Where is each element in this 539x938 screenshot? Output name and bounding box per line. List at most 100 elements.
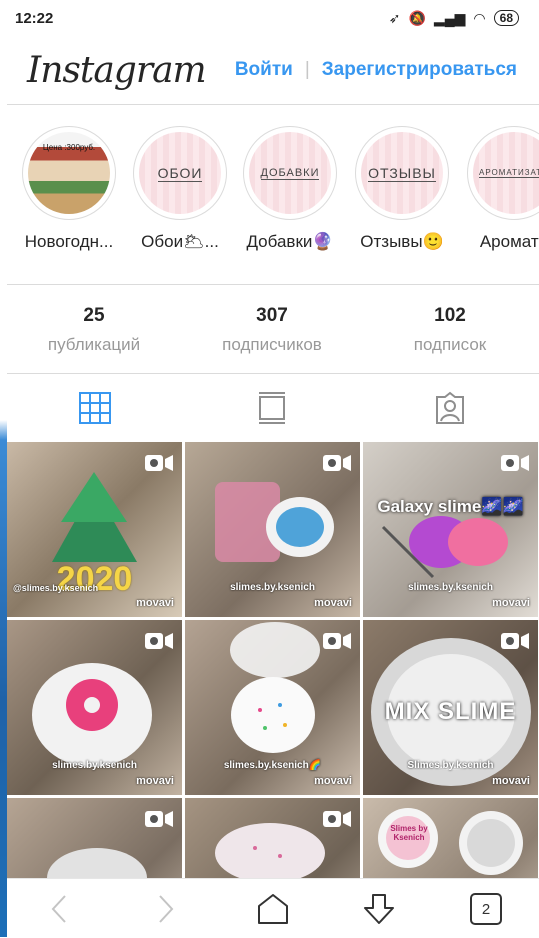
video-icon	[501, 455, 529, 471]
status-bar: 12:22 ➶ 🔕 ▂▄▆ ◠ 68	[7, 0, 539, 36]
highlight-cover: ОТЗЫВЫ	[361, 132, 443, 214]
highlight-cover-text: ОБОИ	[157, 164, 203, 182]
highlight-label: Аромати	[479, 232, 539, 251]
stat-value: 307	[256, 305, 288, 326]
battery-icon: 68	[493, 10, 519, 26]
highlight-new-year[interactable]: Цена :300руб. Новогодн...	[14, 126, 124, 252]
post-tile[interactable]: slimes.by.ksenich🌈 movavi	[185, 620, 360, 795]
header-separator: |	[304, 59, 310, 80]
tabs-count: 2	[470, 893, 502, 925]
post-caption: @slimes.by.ksenich	[13, 583, 99, 593]
post-brand: movavi	[314, 775, 352, 787]
post-brand: movavi	[492, 775, 530, 787]
browser-bottom-nav: 2	[7, 878, 539, 938]
post-tile[interactable]: 2020 @slimes.by.ksenich movavi	[7, 442, 182, 617]
stat-following[interactable]: 102 подписок	[375, 305, 525, 355]
signup-link[interactable]: Зарегистрироваться	[322, 59, 517, 81]
left-edge-strip	[0, 0, 7, 937]
stat-value: 102	[434, 305, 466, 326]
highlight-cover-text: АРОМАТИЗАТО	[478, 168, 539, 178]
story-highlights: Цена :300руб. Новогодн... ОБОИ Обои🌥... …	[7, 118, 539, 278]
stat-label: подписчиков	[222, 335, 322, 354]
download-arrow-icon	[364, 894, 394, 924]
profile-tabs	[7, 374, 539, 440]
stat-label: подписок	[413, 335, 487, 354]
highlight-cover: ОБОИ	[139, 132, 221, 214]
highlight-reviews[interactable]: ОТЗЫВЫ Отзывы🙂	[347, 126, 457, 252]
video-icon	[501, 633, 529, 649]
highlight-cover-text: ОТЗЫВЫ	[368, 164, 436, 182]
video-icon	[323, 811, 351, 827]
status-time: 12:22	[15, 9, 54, 27]
video-icon	[145, 455, 173, 471]
highlight-cover-photo: Цена :300руб.	[28, 132, 110, 214]
highlight-ring: АРОМАТИЗАТО	[467, 126, 539, 220]
stat-posts[interactable]: 25 публикаций	[19, 305, 169, 355]
tab-grid[interactable]	[75, 388, 115, 428]
app-header: Instagram Войти | Зарегистрироваться	[7, 36, 539, 105]
wifi-icon: ◠	[473, 9, 486, 26]
highlight-cover-text: Цена :300руб.	[42, 142, 96, 152]
grid-icon	[79, 392, 111, 424]
post-caption: slimes.by.ksenich🌈	[223, 760, 322, 771]
highlight-fragrances[interactable]: АРОМАТИЗАТО Аромати	[459, 126, 539, 252]
highlight-cover: АРОМАТИЗАТО	[473, 132, 539, 214]
instagram-logo[interactable]: Instagram	[27, 50, 207, 91]
post-tile[interactable]: MIX SLIME Slimes.by.ksenich movavi	[363, 620, 538, 795]
status-icons: ➶ 🔕 ▂▄▆ ◠ 68	[389, 10, 519, 27]
post-caption: slimes.by.ksenich	[408, 582, 493, 593]
highlight-ring: ОТЗЫВЫ	[355, 126, 449, 220]
post-tile[interactable]: slimes.by.ksenich movavi	[7, 620, 182, 795]
stat-label: публикаций	[47, 335, 141, 354]
stat-followers[interactable]: 307 подписчиков	[197, 305, 347, 355]
video-icon	[323, 455, 351, 471]
video-icon	[145, 811, 173, 827]
home-button[interactable]	[255, 891, 291, 927]
highlight-label: Новогодн...	[24, 232, 114, 251]
highlight-ring: ДОБАВКИ	[243, 126, 337, 220]
highlight-ring: Цена :300руб.	[22, 126, 116, 220]
post-caption: Slimes.by.ksenich	[407, 760, 494, 771]
highlight-cover-text: ДОБАВКИ	[260, 166, 320, 180]
stat-value: 25	[83, 305, 105, 326]
post-brand: movavi	[136, 597, 174, 609]
posts-grid: 2020 @slimes.by.ksenich movavi slimes.by…	[7, 440, 539, 878]
video-icon	[323, 633, 351, 649]
tagged-user-icon	[436, 391, 464, 424]
post-brand: movavi	[492, 597, 530, 609]
post-caption: slimes.by.ksenich	[52, 760, 137, 771]
chevron-left-icon	[51, 895, 66, 923]
highlight-cover: ДОБАВКИ	[249, 132, 331, 214]
video-icon	[145, 633, 173, 649]
post-tile[interactable]: Galaxy slime🌌🌌 slimes.by.ksenich movavi	[363, 442, 538, 617]
post-brand: movavi	[314, 597, 352, 609]
signal-icon: ▂▄▆	[433, 9, 466, 26]
forward-button[interactable]	[148, 891, 184, 927]
chevron-right-icon	[159, 895, 174, 923]
back-button[interactable]	[41, 891, 77, 927]
post-tile[interactable]	[185, 798, 360, 878]
highlight-label: Обои🌥...	[141, 232, 219, 251]
post-caption: slimes.by.ksenich	[230, 582, 315, 593]
highlight-label: Отзывы🙂	[360, 232, 444, 251]
post-overlay-text: 2020	[56, 560, 133, 598]
header-links: Войти | Зарегистрироваться	[235, 59, 517, 81]
post-overlay-text: MIX SLIME	[384, 698, 517, 725]
download-button[interactable]	[361, 891, 397, 927]
post-overlay-text: Slimes by Ksenich	[390, 824, 428, 842]
tab-feed[interactable]	[252, 388, 292, 428]
profile-stats: 25 публикаций 307 подписчиков 102 подпис…	[7, 284, 539, 374]
post-tile[interactable]: Slimes by Ksenich	[363, 798, 538, 878]
post-tile[interactable]	[7, 798, 182, 878]
post-tile[interactable]: slimes.by.ksenich movavi	[185, 442, 360, 617]
tab-tagged[interactable]	[430, 388, 470, 428]
post-overlay-text: Galaxy slime🌌🌌	[377, 497, 524, 516]
post-brand: movavi	[136, 775, 174, 787]
mute-icon: 🔕	[408, 9, 426, 26]
tabs-button[interactable]: 2	[468, 891, 504, 927]
highlight-wallpapers[interactable]: ОБОИ Обои🌥...	[125, 126, 235, 252]
feed-icon	[259, 392, 285, 424]
login-link[interactable]: Войти	[235, 59, 293, 81]
highlight-additives[interactable]: ДОБАВКИ Добавки🔮	[235, 126, 345, 252]
location-icon: ➶	[388, 9, 401, 26]
